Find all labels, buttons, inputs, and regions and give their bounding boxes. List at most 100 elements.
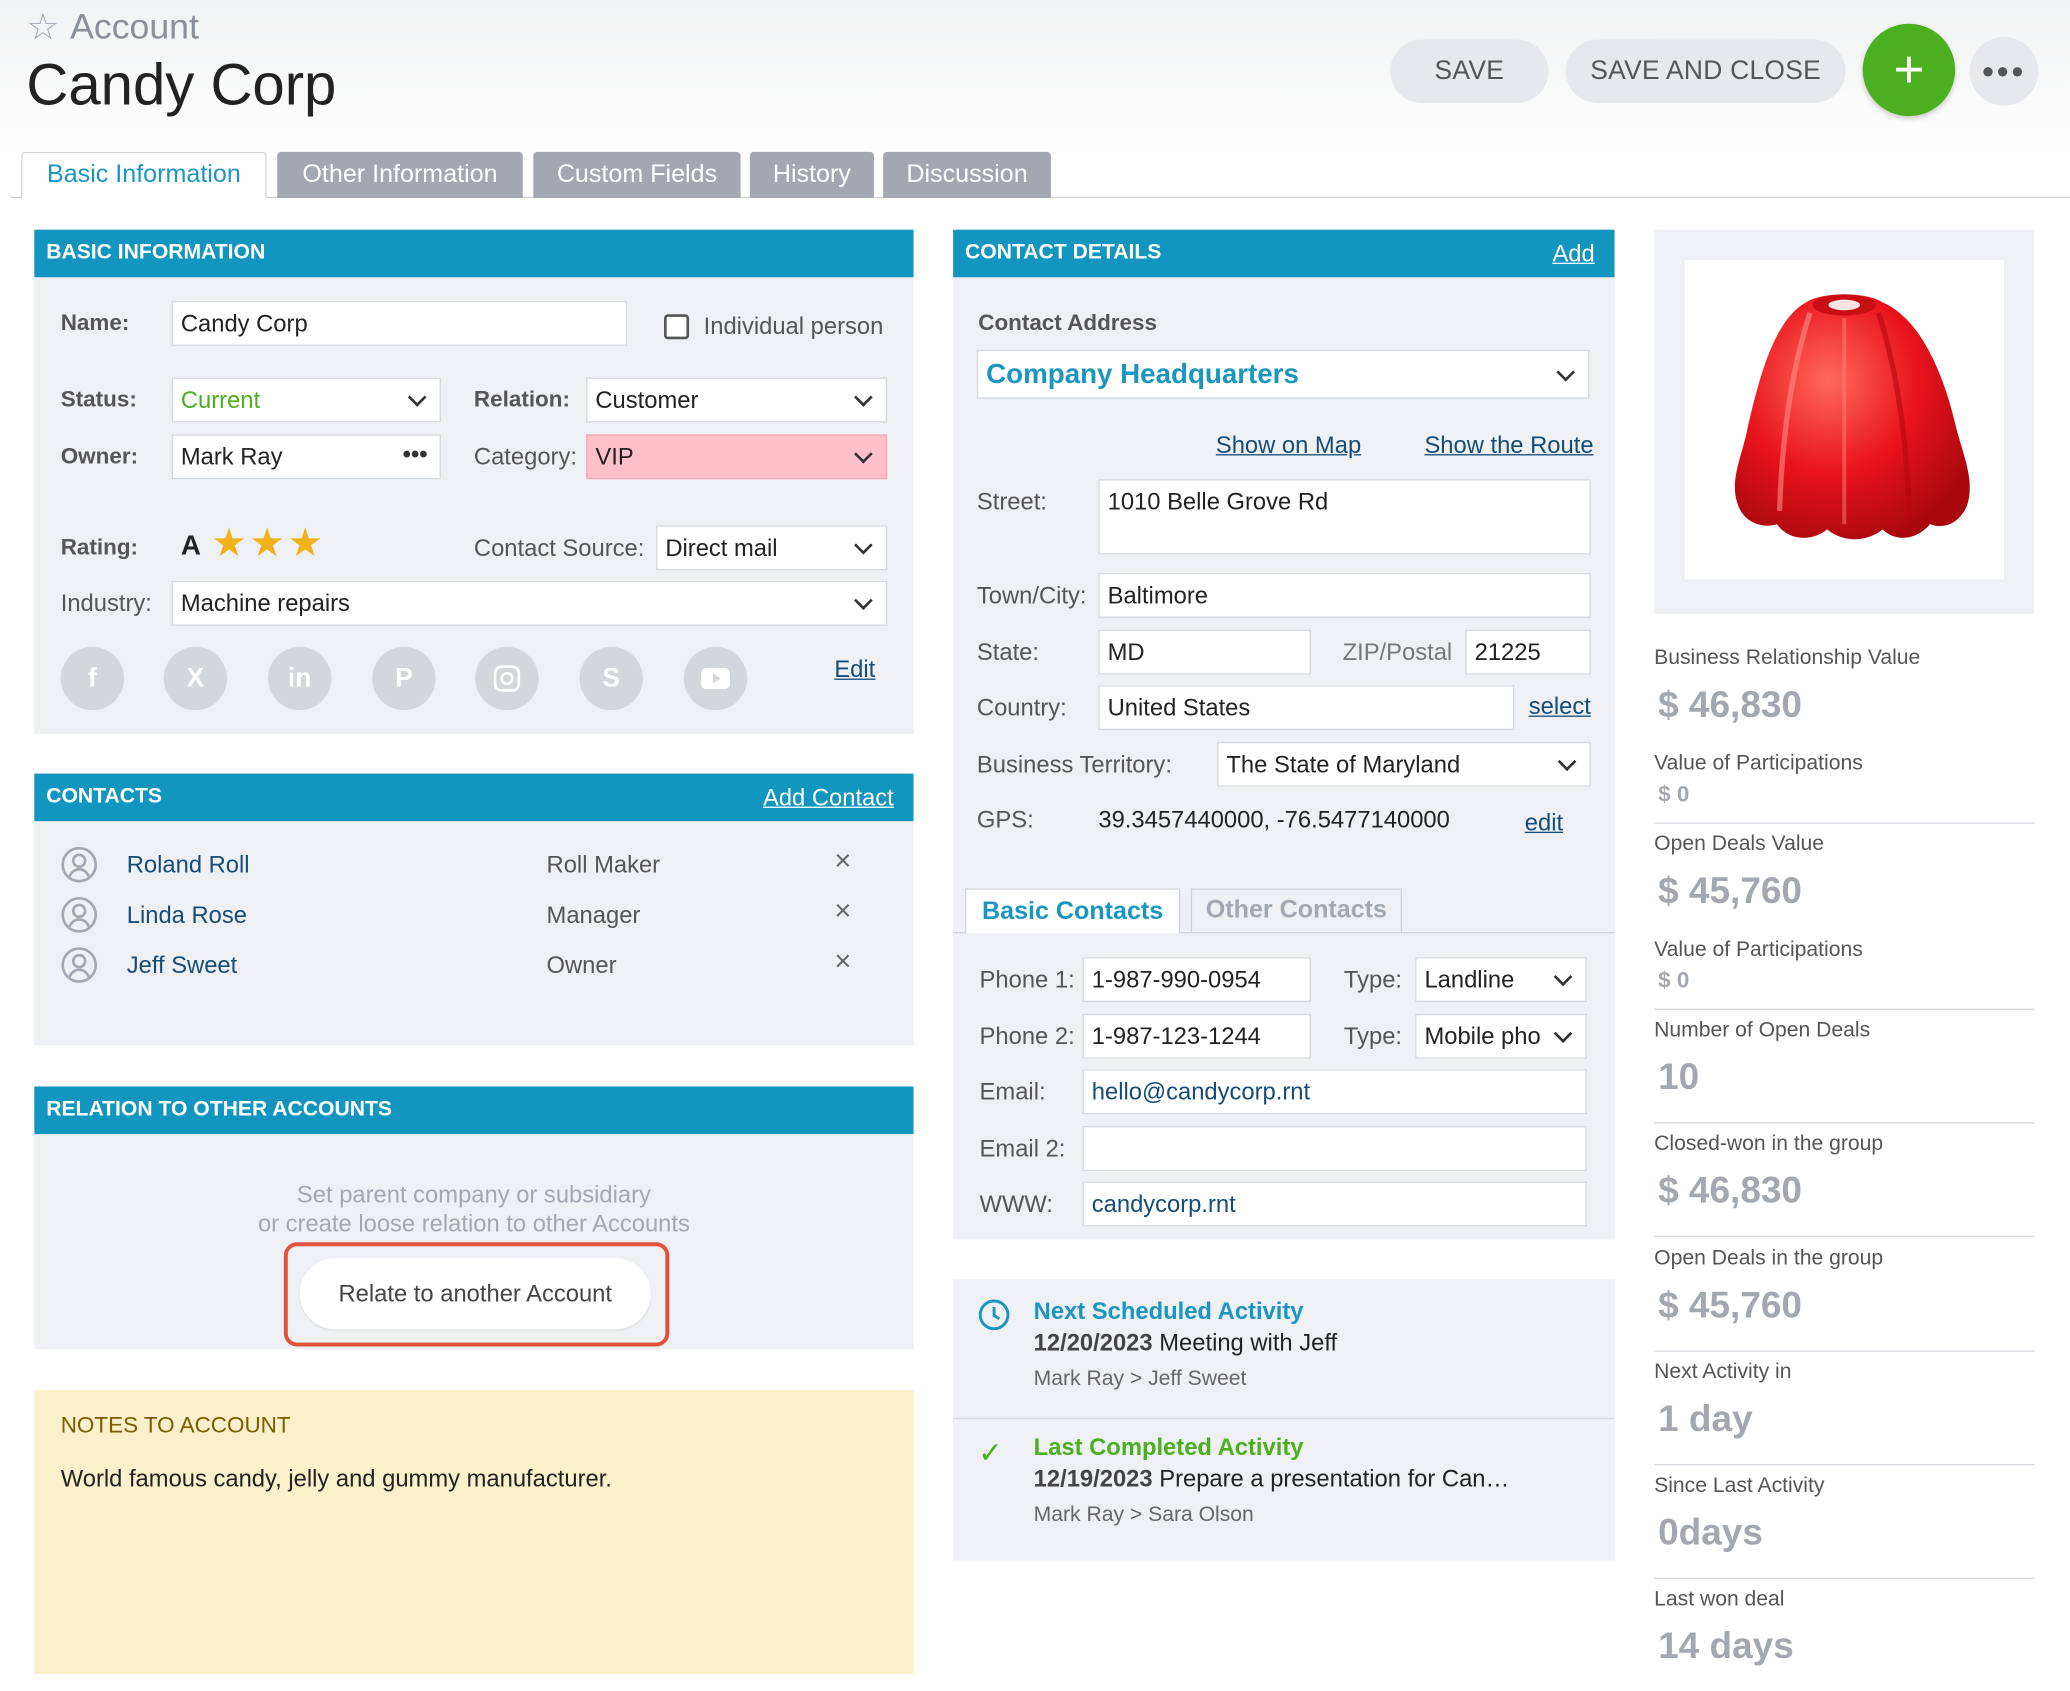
territory-select[interactable]: The State of Maryland: [1217, 741, 1591, 787]
skype-icon[interactable]: S: [579, 646, 643, 711]
contact-avatar-icon: [61, 947, 98, 991]
country-select-link[interactable]: select: [1529, 693, 1591, 721]
contact-name[interactable]: Roland Roll: [127, 851, 250, 879]
page-title: Candy Corp: [26, 52, 337, 118]
owner-input[interactable]: Mark Ray: [171, 434, 441, 480]
tab-other-information[interactable]: Other Information: [277, 151, 523, 199]
kpi-label: Last won deal: [1654, 1588, 1785, 1611]
www-input[interactable]: candycorp.rnt: [1082, 1181, 1587, 1227]
kpi-label: Business Relationship Value: [1654, 646, 1921, 670]
email2-input[interactable]: [1082, 1126, 1587, 1171]
town-label: Town/City:: [976, 582, 1087, 609]
status-select[interactable]: Current: [171, 377, 441, 423]
kpi-label: Next Activity in: [1654, 1361, 1792, 1384]
kpi-value: $ 45,760: [1658, 1284, 1803, 1326]
relation-select[interactable]: Customer: [586, 377, 888, 423]
phone2-label: Phone 2:: [979, 1023, 1075, 1050]
name-input[interactable]: Candy Corp: [171, 300, 628, 346]
last-activity-text: Prepare a presentation for Can…: [1159, 1465, 1510, 1492]
industry-label: Industry:: [60, 590, 152, 617]
kpi-divider: [1654, 1577, 2035, 1579]
star-icon[interactable]: ★: [211, 520, 247, 566]
industry-select[interactable]: Machine repairs: [171, 580, 888, 626]
kpi-sub-label: Value of Participations: [1654, 752, 1863, 775]
phone2-input[interactable]: 1-987-123-1244: [1082, 1013, 1311, 1059]
notes-text[interactable]: World famous candy, jelly and gummy manu…: [61, 1465, 612, 1493]
next-activity-text: Meeting with Jeff: [1159, 1329, 1338, 1356]
next-activity-line[interactable]: 12/20/2023 Meeting with Jeff: [1034, 1329, 1337, 1357]
contact-name[interactable]: Linda Rose: [127, 902, 247, 930]
social-edit-link[interactable]: Edit: [834, 656, 875, 684]
phone2-type-select[interactable]: Mobile pho: [1415, 1013, 1587, 1059]
x-icon[interactable]: X: [163, 646, 228, 711]
email-input[interactable]: hello@candycorp.rnt: [1082, 1069, 1587, 1115]
more-options-button[interactable]: •••: [1969, 36, 2039, 106]
save-and-close-button[interactable]: SAVE AND CLOSE: [1565, 39, 1846, 103]
last-activity-date: 12/19/2023: [1033, 1465, 1153, 1492]
star-icon[interactable]: ☆: [26, 5, 59, 49]
rating-stars[interactable]: ★ ★ ★: [211, 520, 323, 566]
kpi-divider: [1654, 1122, 2035, 1124]
next-activity-title[interactable]: Next Scheduled Activity: [1034, 1298, 1304, 1326]
remove-contact-icon[interactable]: ×: [834, 844, 851, 878]
last-activity-title[interactable]: Last Completed Activity: [1034, 1434, 1304, 1462]
jelly-image: [1734, 294, 1970, 540]
save-button[interactable]: SAVE: [1390, 39, 1549, 103]
linkedin-icon[interactable]: in: [267, 646, 332, 711]
pinterest-icon[interactable]: P: [372, 646, 436, 711]
show-on-map-link[interactable]: Show on Map: [1216, 432, 1361, 460]
add-contact-link[interactable]: Add Contact: [763, 784, 894, 812]
star-icon[interactable]: ★: [288, 520, 324, 566]
facebook-icon[interactable]: f: [60, 646, 125, 711]
tab-discussion[interactable]: Discussion: [883, 151, 1051, 199]
kpi-value: $ 45,760: [1658, 869, 1803, 911]
phone1-type-select[interactable]: Landline: [1415, 957, 1587, 1002]
category-select[interactable]: VIP: [586, 434, 888, 480]
kpi-sub-value: $ 0: [1658, 967, 1690, 993]
contact-address-select[interactable]: Company Headquarters: [976, 349, 1590, 399]
zip-input[interactable]: 21225: [1465, 629, 1591, 675]
tab-history[interactable]: History: [749, 151, 874, 199]
owner-picker-icon[interactable]: •••: [403, 441, 428, 469]
show-route-link[interactable]: Show the Route: [1424, 432, 1593, 460]
contact-role: Owner: [546, 951, 617, 979]
kpi-value: $ 46,830: [1658, 683, 1803, 725]
phone1-type-label: Type:: [1343, 966, 1403, 993]
gps-edit-link[interactable]: edit: [1525, 809, 1563, 837]
category-label: Category:: [473, 443, 577, 470]
add-button[interactable]: +: [1862, 23, 1956, 117]
town-input[interactable]: Baltimore: [1098, 572, 1591, 618]
kpi-divider: [1654, 1350, 2035, 1352]
youtube-icon[interactable]: [683, 646, 748, 711]
relate-account-button[interactable]: Relate to another Account: [299, 1258, 651, 1330]
name-label: Name:: [60, 310, 130, 336]
relation-hint-line2: or create loose relation to other Accoun…: [257, 1210, 690, 1237]
instagram-icon[interactable]: [475, 646, 539, 711]
state-input[interactable]: MD: [1098, 629, 1311, 675]
phone2-type-label: Type:: [1343, 1023, 1403, 1050]
phone1-input[interactable]: 1-987-990-0954: [1082, 957, 1311, 1002]
email2-label: Email 2:: [979, 1135, 1066, 1162]
kpi-value: 10: [1658, 1056, 1700, 1098]
last-activity-line[interactable]: 12/19/2023 Prepare a presentation for Ca…: [1034, 1465, 1510, 1493]
tab-custom-fields[interactable]: Custom Fields: [533, 151, 741, 199]
tab-basic-information[interactable]: Basic Information: [21, 151, 267, 200]
tab-other-contacts[interactable]: Other Contacts: [1190, 888, 1402, 933]
activities-divider: [953, 1417, 1615, 1420]
contact-name[interactable]: Jeff Sweet: [127, 952, 238, 980]
contact-source-select[interactable]: Direct mail: [656, 525, 888, 571]
remove-contact-icon[interactable]: ×: [834, 944, 851, 978]
add-address-link[interactable]: Add: [1552, 240, 1594, 268]
star-icon[interactable]: ★: [249, 520, 285, 566]
street-input[interactable]: 1010 Belle Grove Rd: [1098, 479, 1591, 555]
contact-role: Manager: [546, 901, 641, 929]
tab-basic-contacts[interactable]: Basic Contacts: [965, 888, 1181, 934]
contact-avatar-icon: [61, 896, 98, 940]
remove-contact-icon[interactable]: ×: [834, 894, 851, 928]
account-photo[interactable]: [1684, 260, 2004, 580]
country-input[interactable]: United States: [1098, 685, 1515, 731]
kpi-value: 1 day: [1658, 1398, 1753, 1439]
individual-person-checkbox[interactable]: [664, 314, 690, 340]
state-label: State:: [976, 638, 1039, 666]
notes-title: NOTES TO ACCOUNT: [60, 1412, 291, 1438]
